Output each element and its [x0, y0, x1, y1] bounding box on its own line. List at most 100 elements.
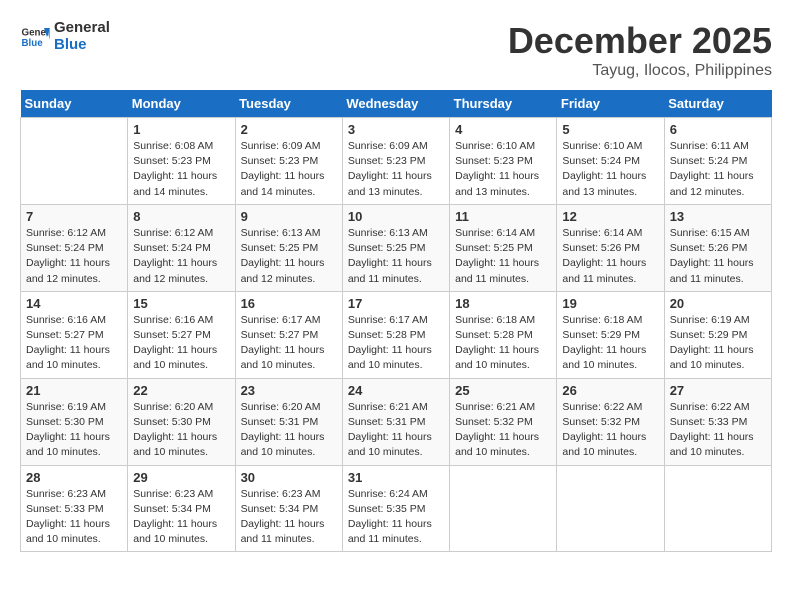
day-of-week-header: Wednesday: [342, 90, 449, 118]
day-info: Sunrise: 6:20 AMSunset: 5:31 PMDaylight:…: [241, 400, 337, 461]
day-of-week-header: Sunday: [21, 90, 128, 118]
day-number: 2: [241, 122, 337, 137]
calendar-day-cell: 6Sunrise: 6:11 AMSunset: 5:24 PMDaylight…: [664, 118, 771, 205]
day-info: Sunrise: 6:18 AMSunset: 5:29 PMDaylight:…: [562, 313, 658, 374]
day-info: Sunrise: 6:13 AMSunset: 5:25 PMDaylight:…: [241, 226, 337, 287]
day-info: Sunrise: 6:23 AMSunset: 5:34 PMDaylight:…: [241, 487, 337, 548]
day-number: 3: [348, 122, 444, 137]
calendar-day-cell: 12 Sunrise: 6:14 AMSunset: 5:26 PMDayligh…: [557, 204, 664, 291]
day-number: 26: [562, 383, 658, 398]
calendar-day-cell: [450, 465, 557, 552]
day-number: 20: [670, 296, 766, 311]
calendar-week-row: 14 Sunrise: 6:16 AMSunset: 5:27 PMDayligh…: [21, 291, 772, 378]
day-number: 8: [133, 209, 229, 224]
title-block: December 2025 Tayug, Ilocos, Philippines: [508, 20, 772, 80]
day-info: Sunrise: 6:20 AMSunset: 5:30 PMDaylight:…: [133, 400, 229, 461]
day-info: Sunrise: 6:16 AMSunset: 5:27 PMDaylight:…: [133, 313, 229, 374]
calendar-day-cell: 14 Sunrise: 6:16 AMSunset: 5:27 PMDayligh…: [21, 291, 128, 378]
day-number: 17: [348, 296, 444, 311]
day-number: 7: [26, 209, 122, 224]
calendar-day-cell: 30 Sunrise: 6:23 AMSunset: 5:34 PMDayligh…: [235, 465, 342, 552]
calendar-day-cell: 8Sunrise: 6:12 AMSunset: 5:24 PMDaylight…: [128, 204, 235, 291]
calendar-day-cell: 27 Sunrise: 6:22 AMSunset: 5:33 PMDayligh…: [664, 378, 771, 465]
day-info: Sunrise: 6:10 AMSunset: 5:24 PMDaylight:…: [562, 139, 658, 200]
day-info: Sunrise: 6:23 AMSunset: 5:34 PMDaylight:…: [133, 487, 229, 548]
day-of-week-header: Tuesday: [235, 90, 342, 118]
logo: General Blue General Blue: [20, 20, 110, 53]
calendar-header-row: SundayMondayTuesdayWednesdayThursdayFrid…: [21, 90, 772, 118]
day-of-week-header: Thursday: [450, 90, 557, 118]
day-number: 25: [455, 383, 551, 398]
page-header: General Blue General Blue December 2025 …: [20, 20, 772, 80]
calendar-day-cell: 29 Sunrise: 6:23 AMSunset: 5:34 PMDayligh…: [128, 465, 235, 552]
day-info: Sunrise: 6:21 AMSunset: 5:32 PMDaylight:…: [455, 400, 551, 461]
day-info: Sunrise: 6:14 AMSunset: 5:26 PMDaylight:…: [562, 226, 658, 287]
day-number: 16: [241, 296, 337, 311]
calendar-week-row: 28Sunrise: 6:23 AMSunset: 5:33 PMDayligh…: [21, 465, 772, 552]
day-number: 4: [455, 122, 551, 137]
calendar-day-cell: 21Sunrise: 6:19 AMSunset: 5:30 PMDayligh…: [21, 378, 128, 465]
day-info: Sunrise: 6:09 AMSunset: 5:23 PMDaylight:…: [241, 139, 337, 200]
calendar-day-cell: 18 Sunrise: 6:18 AMSunset: 5:28 PMDayligh…: [450, 291, 557, 378]
day-number: 30: [241, 470, 337, 485]
month-title: December 2025: [508, 20, 772, 62]
day-number: 27: [670, 383, 766, 398]
day-info: Sunrise: 6:11 AMSunset: 5:24 PMDaylight:…: [670, 139, 766, 200]
calendar-day-cell: 7 Sunrise: 6:12 AMSunset: 5:24 PMDaylight…: [21, 204, 128, 291]
day-info: Sunrise: 6:22 AMSunset: 5:32 PMDaylight:…: [562, 400, 658, 461]
calendar-day-cell: 23 Sunrise: 6:20 AMSunset: 5:31 PMDayligh…: [235, 378, 342, 465]
day-info: Sunrise: 6:24 AMSunset: 5:35 PMDaylight:…: [348, 487, 444, 548]
day-number: 22: [133, 383, 229, 398]
logo-blue-text: Blue: [54, 37, 110, 54]
day-number: 10: [348, 209, 444, 224]
day-info: Sunrise: 6:12 AMSunset: 5:24 PMDaylight:…: [26, 226, 122, 287]
day-info: Sunrise: 6:08 AMSunset: 5:23 PMDaylight:…: [133, 139, 229, 200]
day-number: 14: [26, 296, 122, 311]
calendar-day-cell: 26 Sunrise: 6:22 AMSunset: 5:32 PMDayligh…: [557, 378, 664, 465]
day-number: 13: [670, 209, 766, 224]
calendar-table: SundayMondayTuesdayWednesdayThursdayFrid…: [20, 90, 772, 552]
day-number: 11: [455, 209, 551, 224]
calendar-day-cell: 11 Sunrise: 6:14 AMSunset: 5:25 PMDayligh…: [450, 204, 557, 291]
day-number: 18: [455, 296, 551, 311]
day-info: Sunrise: 6:17 AMSunset: 5:28 PMDaylight:…: [348, 313, 444, 374]
day-info: Sunrise: 6:19 AMSunset: 5:29 PMDaylight:…: [670, 313, 766, 374]
calendar-week-row: 21Sunrise: 6:19 AMSunset: 5:30 PMDayligh…: [21, 378, 772, 465]
day-info: Sunrise: 6:10 AMSunset: 5:23 PMDaylight:…: [455, 139, 551, 200]
day-info: Sunrise: 6:15 AMSunset: 5:26 PMDaylight:…: [670, 226, 766, 287]
calendar-day-cell: 2 Sunrise: 6:09 AMSunset: 5:23 PMDaylight…: [235, 118, 342, 205]
day-number: 12: [562, 209, 658, 224]
calendar-day-cell: 1 Sunrise: 6:08 AMSunset: 5:23 PMDaylight…: [128, 118, 235, 205]
calendar-week-row: 7 Sunrise: 6:12 AMSunset: 5:24 PMDaylight…: [21, 204, 772, 291]
calendar-day-cell: 10Sunrise: 6:13 AMSunset: 5:25 PMDayligh…: [342, 204, 449, 291]
day-of-week-header: Friday: [557, 90, 664, 118]
day-info: Sunrise: 6:16 AMSunset: 5:27 PMDaylight:…: [26, 313, 122, 374]
calendar-day-cell: 20 Sunrise: 6:19 AMSunset: 5:29 PMDayligh…: [664, 291, 771, 378]
day-number: 15: [133, 296, 229, 311]
day-info: Sunrise: 6:17 AMSunset: 5:27 PMDaylight:…: [241, 313, 337, 374]
calendar-day-cell: [557, 465, 664, 552]
logo-general-text: General: [54, 20, 110, 37]
calendar-day-cell: 25 Sunrise: 6:21 AMSunset: 5:32 PMDayligh…: [450, 378, 557, 465]
day-number: 29: [133, 470, 229, 485]
calendar-day-cell: [21, 118, 128, 205]
svg-text:Blue: Blue: [22, 38, 44, 49]
day-number: 9: [241, 209, 337, 224]
day-number: 23: [241, 383, 337, 398]
day-info: Sunrise: 6:14 AMSunset: 5:25 PMDaylight:…: [455, 226, 551, 287]
calendar-day-cell: 17 Sunrise: 6:17 AMSunset: 5:28 PMDayligh…: [342, 291, 449, 378]
calendar-day-cell: [664, 465, 771, 552]
day-number: 1: [133, 122, 229, 137]
calendar-day-cell: 3 Sunrise: 6:09 AMSunset: 5:23 PMDaylight…: [342, 118, 449, 205]
logo-icon: General Blue: [20, 22, 50, 52]
day-info: Sunrise: 6:18 AMSunset: 5:28 PMDaylight:…: [455, 313, 551, 374]
day-of-week-header: Monday: [128, 90, 235, 118]
calendar-day-cell: 9 Sunrise: 6:13 AMSunset: 5:25 PMDaylight…: [235, 204, 342, 291]
day-number: 31: [348, 470, 444, 485]
day-info: Sunrise: 6:22 AMSunset: 5:33 PMDaylight:…: [670, 400, 766, 461]
calendar-day-cell: 13 Sunrise: 6:15 AMSunset: 5:26 PMDayligh…: [664, 204, 771, 291]
day-info: Sunrise: 6:09 AMSunset: 5:23 PMDaylight:…: [348, 139, 444, 200]
day-number: 24: [348, 383, 444, 398]
day-info: Sunrise: 6:19 AMSunset: 5:30 PMDaylight:…: [26, 400, 122, 461]
calendar-day-cell: 15 Sunrise: 6:16 AMSunset: 5:27 PMDayligh…: [128, 291, 235, 378]
